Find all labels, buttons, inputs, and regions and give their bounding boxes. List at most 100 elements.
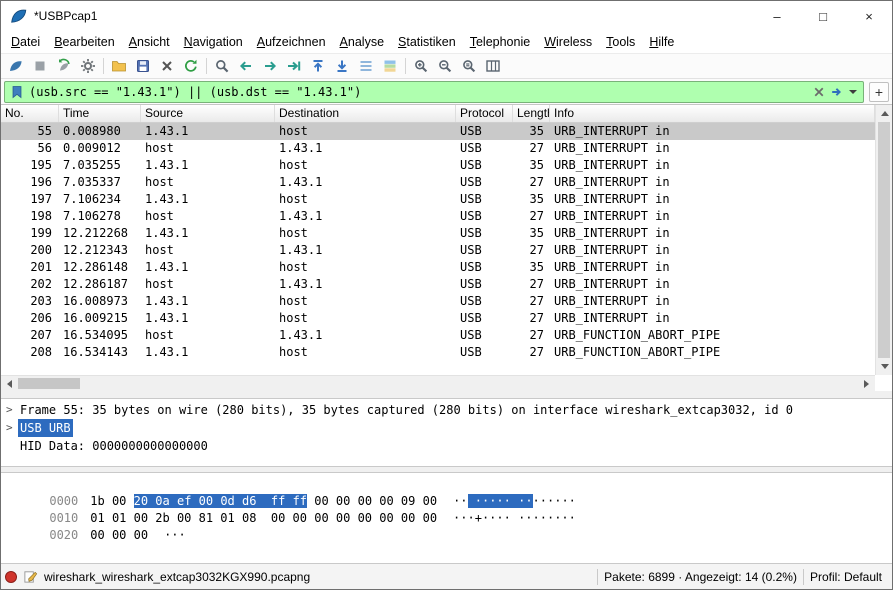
cell-length: 27: [529, 209, 544, 223]
colorize-button[interactable]: [378, 55, 402, 77]
menu-item-tools[interactable]: Tools: [599, 33, 642, 51]
folder-icon: [112, 61, 126, 72]
reload-file-button[interactable]: [179, 55, 203, 77]
packet-row[interactable]: 207 16.534095 host 1.43.1 USB 27 URB_FUNCTION_…: [1, 327, 875, 344]
packet-row[interactable]: 55 0.008980 1.43.1 host USB 35 URB_INTERRUPT i…: [1, 123, 875, 140]
column-header-no[interactable]: No.: [1, 105, 59, 122]
packet-row[interactable]: 200 12.212343 host 1.43.1 USB 27 URB_INTERRUPT…: [1, 242, 875, 259]
stop-capture-button[interactable]: [28, 55, 52, 77]
display-filter-value[interactable]: (usb.src == "1.43.1") || (usb.dst == "1.…: [26, 85, 810, 99]
find-packet-button[interactable]: [210, 55, 234, 77]
cell-length: 27: [529, 328, 544, 342]
menu-item-ansicht[interactable]: Ansicht: [122, 33, 177, 51]
cell-source: host: [145, 209, 174, 223]
menu-item-analyse[interactable]: Analyse: [333, 33, 391, 51]
hex-row[interactable]: 0000 1b 00 20 0a ef 00 0d d6 ff ff 00 00 …: [6, 476, 892, 508]
menu-item-wireless[interactable]: Wireless: [537, 33, 599, 51]
packet-row[interactable]: 197 7.106234 1.43.1 host USB 35 URB_INTERRUPT …: [1, 191, 875, 208]
cell-no: 55: [37, 124, 52, 138]
horizontal-scrollbar-thumb[interactable]: [18, 378, 80, 389]
cell-info: URB_FUNCTION_ABORT_PIPE: [554, 328, 721, 342]
filter-bookmark-icon[interactable]: [8, 83, 26, 101]
column-header-time[interactable]: Time: [59, 105, 141, 122]
cell-destination: host: [279, 226, 308, 240]
vertical-scrollbar-thumb[interactable]: [878, 122, 890, 358]
packet-row[interactable]: 202 12.286187 host 1.43.1 USB 27 URB_INTERRUPT…: [1, 276, 875, 293]
detail-row-frame[interactable]: > Frame 55: 35 bytes on wire (280 bits), …: [1, 401, 892, 419]
cell-length: 35: [529, 158, 544, 172]
packet-row[interactable]: 203 16.008973 1.43.1 host USB 27 URB_INTERRUPT…: [1, 293, 875, 310]
expand-arrow-icon[interactable]: >: [6, 419, 18, 437]
go-to-packet-button[interactable]: [282, 55, 306, 77]
close-button[interactable]: ×: [846, 1, 892, 31]
last-packet-button[interactable]: [330, 55, 354, 77]
cell-destination: host: [279, 345, 308, 359]
menu-item-bearbeiten[interactable]: Bearbeiten: [47, 33, 121, 51]
menu-item-hilfe[interactable]: Hilfe: [642, 33, 681, 51]
cell-length: 35: [529, 260, 544, 274]
filter-clear-icon[interactable]: [810, 83, 828, 101]
main-toolbar: [1, 53, 892, 79]
packet-row[interactable]: 206 16.009215 1.43.1 host USB 27 URB_INTERRUPT…: [1, 310, 875, 327]
add-filter-button[interactable]: +: [869, 81, 889, 102]
filter-dropdown-icon[interactable]: [849, 89, 857, 94]
packet-row[interactable]: 208 16.534143 1.43.1 host USB 27 URB_FUNCTION_…: [1, 344, 875, 361]
cell-source: 1.43.1: [145, 226, 189, 240]
restart-capture-button[interactable]: [52, 55, 76, 77]
save-file-button[interactable]: [131, 55, 155, 77]
filter-apply-icon[interactable]: [828, 83, 846, 101]
menu-item-datei[interactable]: Datei: [4, 33, 47, 51]
packet-row[interactable]: 201 12.286148 1.43.1 host USB 35 URB_INTERRUPT…: [1, 259, 875, 276]
packet-row[interactable]: 195 7.035255 1.43.1 host USB 35 URB_INTERRUPT …: [1, 157, 875, 174]
packet-row[interactable]: 199 12.212268 1.43.1 host USB 35 URB_INTERRUPT…: [1, 225, 875, 242]
menu-item-aufzeichnen[interactable]: Aufzeichnen: [250, 33, 333, 51]
expert-info-icon[interactable]: [5, 570, 17, 583]
display-filter-input[interactable]: (usb.src == "1.43.1") || (usb.dst == "1.…: [4, 80, 864, 103]
title-bar: *USBPcap1 – □ ×: [1, 1, 892, 31]
resize-columns-button[interactable]: [481, 55, 505, 77]
column-header-info[interactable]: Info: [550, 105, 875, 122]
go-forward-button[interactable]: [258, 55, 282, 77]
zoom-in-button[interactable]: [409, 55, 433, 77]
column-header-protocol[interactable]: Protocol: [456, 105, 513, 122]
packet-row[interactable]: 56 0.009012 host 1.43.1 USB 27 URB_INTERRUPT i…: [1, 140, 875, 157]
minimize-button[interactable]: –: [754, 1, 800, 31]
start-capture-button[interactable]: [4, 55, 28, 77]
ascii-bytes: ···+···· ········: [453, 511, 576, 525]
scroll-right-icon[interactable]: [858, 376, 875, 392]
menu-item-statistiken[interactable]: Statistiken: [391, 33, 463, 51]
detail-row-hid-data[interactable]: HID Data: 0000000000000000: [1, 437, 892, 455]
cell-protocol: USB: [460, 294, 482, 308]
maximize-button[interactable]: □: [800, 1, 846, 31]
horizontal-scrollbar[interactable]: [1, 375, 875, 391]
detail-row-usb-urb[interactable]: > USB URB: [1, 419, 892, 437]
first-packet-button[interactable]: [306, 55, 330, 77]
expand-arrow-icon[interactable]: >: [6, 401, 18, 419]
go-back-button[interactable]: [234, 55, 258, 77]
toolbar-separator: [405, 58, 406, 74]
hex-offset: 0000: [49, 494, 79, 508]
column-header-destination[interactable]: Destination: [275, 105, 456, 122]
capture-comment-icon[interactable]: [23, 569, 38, 584]
scroll-up-icon[interactable]: [876, 105, 892, 122]
column-header-length[interactable]: Length: [513, 105, 550, 122]
pane-splitter[interactable]: [1, 391, 892, 399]
packet-row[interactable]: 198 7.106278 host 1.43.1 USB 27 URB_INTERRUPT …: [1, 208, 875, 225]
capture-options-button[interactable]: [76, 55, 100, 77]
cell-info: URB_INTERRUPT in: [554, 209, 670, 223]
profile-selector[interactable]: Profil: Default: [810, 570, 888, 584]
menu-item-navigation[interactable]: Navigation: [177, 33, 250, 51]
open-file-button[interactable]: [107, 55, 131, 77]
cell-source: 1.43.1: [145, 345, 189, 359]
scroll-down-icon[interactable]: [876, 358, 892, 375]
column-header-source[interactable]: Source: [141, 105, 275, 122]
menu-item-telephonie[interactable]: Telephonie: [463, 33, 537, 51]
zoom-normal-button[interactable]: [457, 55, 481, 77]
zoom-out-button[interactable]: [433, 55, 457, 77]
packet-row[interactable]: 196 7.035337 host 1.43.1 USB 27 URB_INTERRUPT …: [1, 174, 875, 191]
close-file-button[interactable]: [155, 55, 179, 77]
vertical-scrollbar[interactable]: [875, 105, 892, 375]
scroll-left-icon[interactable]: [1, 376, 18, 392]
zoom-out-icon: [439, 60, 452, 73]
auto-scroll-button[interactable]: [354, 55, 378, 77]
